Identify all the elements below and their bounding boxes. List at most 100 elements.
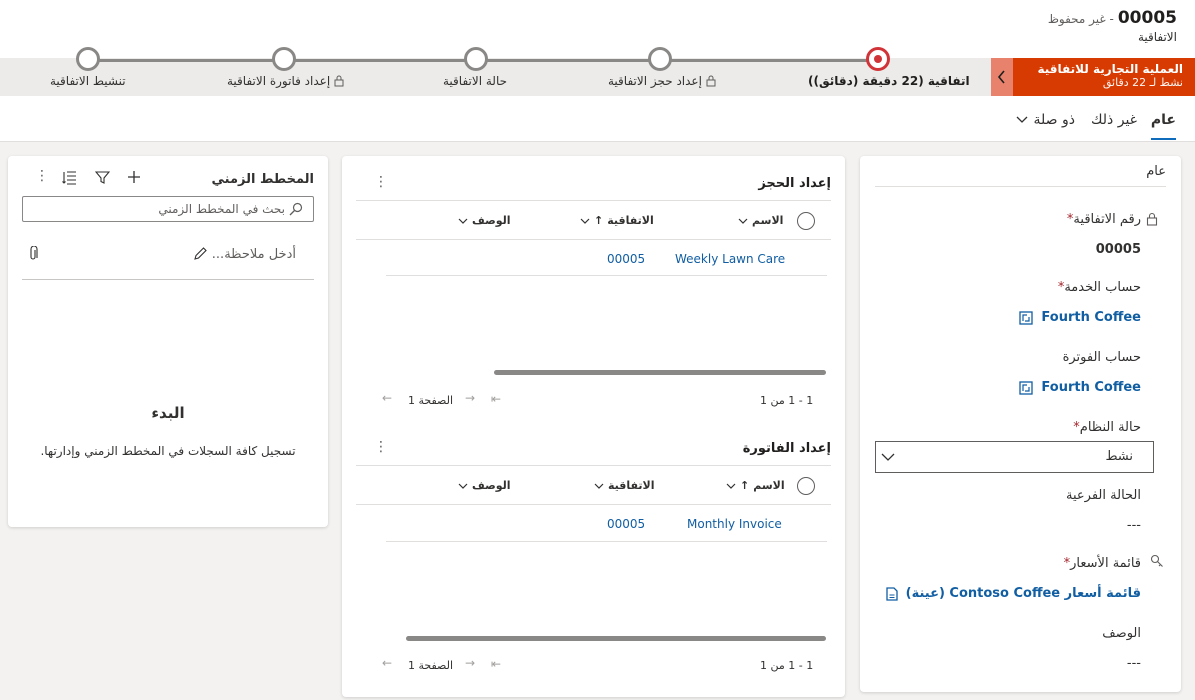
select-all-radio[interactable] [797,477,815,495]
stage-activation[interactable]: تنشيط الاتفاقية [50,74,126,88]
bpf-collapse-button[interactable] [991,58,1013,96]
booking-setup-title: إعداد الحجز [758,176,831,191]
stage-label: إعداد فاتورة الاتفاقية [227,74,331,88]
description-label: الوصف [1102,626,1141,641]
stage-booking-setup[interactable]: إعداد حجز الاتفاقية [608,74,716,88]
section-title: عام [1146,164,1166,179]
service-account-link[interactable]: Fourth Coffee [1019,310,1141,325]
add-icon[interactable] [126,169,142,188]
filter-icon[interactable] [94,170,111,188]
bpf-process-name: العملية التجارية للاتفاقية [1037,62,1183,76]
stage-circle-activation[interactable] [76,47,100,71]
column-label: الاسم [753,479,785,492]
booking-row-name[interactable]: Weekly Lawn Care [675,252,785,266]
agreement-number-value: 00005 [1095,242,1141,257]
stage-circle-booking-setup[interactable] [648,47,672,71]
description-value: --- [1126,656,1141,671]
select-all-radio[interactable] [797,212,815,230]
stage-circle-invoice-setup[interactable] [272,47,296,71]
booking-row-agreement[interactable]: 00005 [607,252,645,266]
setup-subgrids-section: إعداد الحجز ⋮ الاسم الاتفاقية ↑ الوصف We… [342,156,845,697]
attachment-icon[interactable] [28,246,38,262]
system-status-label: حالة النظام* [1073,420,1141,435]
column-header-description[interactable]: الوصف [458,479,511,492]
stage-label: تنشيط الاتفاقية [50,74,126,88]
booking-page-range: 1 - 1 من 1 [760,394,814,407]
sort-list-icon[interactable] [62,170,77,188]
empty-state-text: تسجيل كافة السجلات في المخطط الزمني وإدا… [40,444,296,458]
record-id: 00005 [1117,8,1177,28]
chevron-down-icon [881,453,895,461]
lock-icon [334,75,344,87]
horizontal-scrollbar[interactable] [494,370,826,375]
column-label: الاسم [752,214,784,227]
first-page-icon[interactable]: ⇤ [491,657,501,671]
chevron-down-icon [738,218,748,224]
price-list-label: قائمة الأسعار* [1063,556,1141,571]
chevron-down-icon [458,483,468,489]
timeline-title: المخطط الزمني [211,172,314,187]
column-header-name[interactable]: الاسم [738,214,783,227]
booking-page-number: الصفحة 1 [408,394,454,407]
tab-related[interactable]: ذو صلة [1016,112,1075,128]
bpf-process-flag[interactable]: العملية التجارية للاتفاقية نشط لـ 22 دقا… [1013,58,1195,96]
sort-ascending-icon: ↑ [594,214,604,227]
more-options-icon[interactable]: ⋮ [35,168,49,184]
sort-ascending-icon: ↑ [740,479,750,492]
grid-row-line [386,541,827,542]
chevron-down-icon [594,483,604,489]
tab-general[interactable]: عام [1150,112,1177,140]
more-options-icon[interactable]: ⋮ [374,174,388,190]
first-page-icon[interactable]: ⇤ [491,392,501,406]
next-page-icon[interactable]: ← [382,391,392,405]
tab-label: ذو صلة [1033,112,1075,128]
chevron-down-icon [726,483,736,489]
entity-name: الاتفاقية [1137,30,1177,44]
column-header-agreement[interactable]: الاتفاقية ↑ [580,214,654,227]
column-label: الاتفاقية [607,214,654,227]
save-state: - غير محفوظ [1047,12,1114,26]
system-status-value: نشط [1105,449,1133,464]
column-header-agreement[interactable]: الاتفاقية [594,479,655,492]
billing-account-value: Fourth Coffee [1041,380,1141,395]
form-tabs: عام غير ذلك ذو صلة [0,96,1195,142]
previous-page-icon[interactable]: → [465,391,475,405]
invoice-row-name[interactable]: Monthly Invoice [687,517,782,531]
stage-circle-agreement[interactable] [866,47,890,71]
invoice-row-agreement[interactable]: 00005 [607,517,645,531]
stage-invoice-setup[interactable]: إعداد فاتورة الاتفاقية [227,74,344,88]
agreement-number-label: رقم الاتفاقية* [1066,212,1141,227]
chevron-left-icon [997,70,1005,84]
timeline-panel: المخطط الزمني ⋮ بحث في المخطط الزمني أدخ… [8,156,328,527]
more-options-icon[interactable]: ⋮ [374,439,388,455]
system-status-select[interactable]: نشط [875,441,1154,473]
tab-label: عام [1150,112,1176,128]
record-title-line: 00005 - غير محفوظ [1048,8,1177,28]
column-header-name[interactable]: الاسم ↑ [726,479,785,492]
pencil-icon[interactable] [193,246,208,261]
note-input-placeholder[interactable]: أدخل ملاحظة... [212,247,296,262]
column-header-description[interactable]: الوصف [458,214,511,227]
previous-page-icon[interactable]: → [465,656,475,670]
horizontal-scrollbar[interactable] [406,636,826,641]
timeline-search-input[interactable]: بحث في المخطط الزمني [22,196,314,222]
search-icon [289,202,303,216]
stage-label: اتفاقية (22 دقيقة (دقائق)) [808,74,970,88]
stage-agreement-status[interactable]: حالة الاتفاقية [443,74,507,88]
stage-agreement[interactable]: اتفاقية (22 دقيقة (دقائق)) [808,74,970,88]
substatus-value: --- [1126,518,1141,533]
column-label: الوصف [472,214,511,227]
document-icon [885,586,898,601]
tab-other[interactable]: غير ذلك [1091,112,1137,128]
key-icon [1150,554,1163,567]
service-account-value: Fourth Coffee [1041,310,1141,325]
lock-icon [706,75,716,87]
section-divider [875,186,1166,187]
chevron-down-icon [458,218,468,224]
business-process-flow: العملية التجارية للاتفاقية نشط لـ 22 دقا… [0,47,1195,96]
price-list-link[interactable]: قائمة أسعار Contoso Coffee (عينة) [885,586,1141,601]
billing-account-link[interactable]: Fourth Coffee [1019,380,1141,395]
stage-circle-agreement-status[interactable] [464,47,488,71]
substatus-label: الحالة الفرعية [1066,488,1141,503]
next-page-icon[interactable]: ← [382,656,392,670]
